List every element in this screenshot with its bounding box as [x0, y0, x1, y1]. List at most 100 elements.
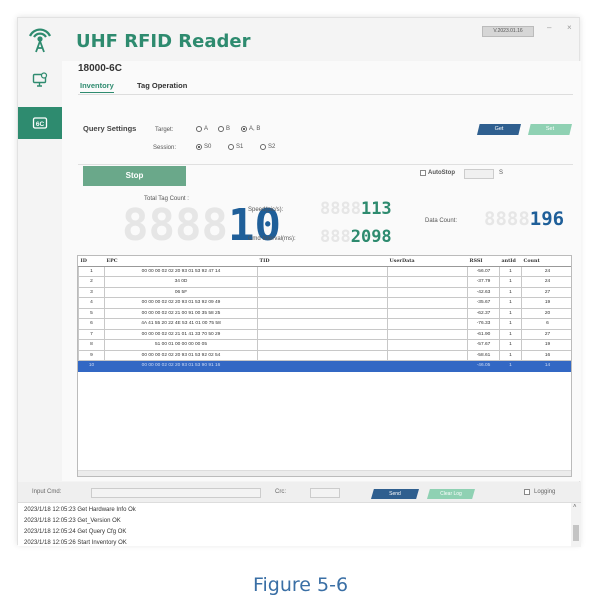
cmd-interval-display: 8882098: [320, 228, 392, 246]
session-radio-s0[interactable]: S0: [196, 144, 211, 150]
get-button[interactable]: Get: [477, 124, 521, 135]
column-header-id[interactable]: ID: [78, 256, 105, 267]
scroll-up-icon[interactable]: ˄: [573, 504, 577, 510]
table-row[interactable]: 5 00 00 00 02 02 21 00 91 00 35 58 25 -62.…: [78, 307, 571, 319]
tab-inventory[interactable]: Inventory: [80, 81, 114, 93]
sidebar-item-settings[interactable]: [18, 64, 62, 96]
table-cell: [257, 318, 388, 330]
table-cell: 1: [499, 318, 522, 330]
table-cell: 06 5F: [104, 286, 258, 298]
query-settings-heading: Query Settings: [83, 124, 137, 133]
log-line: 2023/1/18 12:05:26 Start Inventory OK: [24, 540, 127, 546]
table-row[interactable]: 8 51 00 01 00 00 00 00 05 -57.67 1 19: [78, 339, 571, 351]
set-button[interactable]: Set: [528, 124, 572, 135]
data-count-display: 8888196: [484, 209, 564, 229]
digit-padding: 8888: [122, 200, 228, 251]
target-radio-a[interactable]: A: [196, 126, 208, 132]
table-cell: [387, 349, 468, 361]
table-cell: 1: [499, 349, 522, 361]
table-cell: -58.61: [467, 349, 500, 361]
table-cell: 1: [499, 265, 522, 277]
table-cell: 1: [499, 286, 522, 298]
table-cell: 1: [499, 328, 522, 340]
column-header-rssi[interactable]: RSSI: [467, 256, 500, 267]
table-cell: 1: [499, 297, 522, 309]
session-label: Session:: [153, 145, 177, 151]
scroll-thumb[interactable]: [573, 525, 579, 541]
radio-indicator: [196, 126, 202, 132]
column-header-count[interactable]: Count: [521, 256, 571, 267]
table-cell: -56.07: [467, 265, 500, 277]
app-window: 6C UHF RFID Reader V.2023.01.16 – × 1800…: [17, 17, 581, 547]
log-line: 2023/1/18 12:05:24 Get Query Cfg OK: [24, 529, 127, 535]
table-cell: 00 00 00 02 02 20 93 01 53 90 91 16: [104, 360, 258, 372]
table-row[interactable]: 2 34 0D -37.79 1 24: [78, 276, 571, 288]
horizontal-scrollbar[interactable]: [78, 470, 571, 476]
table-cell: [387, 297, 468, 309]
session-radio-s2[interactable]: S2: [260, 144, 275, 150]
table-cell: -57.67: [467, 339, 500, 351]
empty-row: [79, 403, 572, 414]
speed-label: Speed(pic/s):: [248, 207, 284, 213]
tag-table-grid: ID EPC TID UserData RSSI antId Count 1 00…: [78, 256, 572, 445]
table-cell: 27: [521, 286, 571, 298]
table-cell: [387, 360, 468, 372]
minimize-button[interactable]: –: [547, 23, 551, 32]
table-row[interactable]: 10 00 00 00 02 02 20 93 01 53 90 91 16 -46…: [78, 360, 571, 372]
close-button[interactable]: ×: [567, 23, 572, 32]
table-cell: 4A 41 55 20 22 4E 53 41 01 00 75 58: [104, 318, 258, 330]
cmd-interval-value: 2098: [350, 227, 392, 247]
data-count-value: 196: [529, 208, 565, 230]
table-cell: 00 00 00 02 02 20 93 01 53 92 09 49: [104, 297, 258, 309]
table-cell: 4: [78, 297, 105, 309]
table-cell: -42.63: [467, 286, 500, 298]
clear-log-button[interactable]: Clear Log: [427, 489, 475, 499]
table-row[interactable]: 3 06 5F -42.63 1 27: [78, 286, 571, 298]
main-panel: 18000-6C Inventory Tag Operation Query S…: [62, 61, 581, 481]
table-cell: 10: [78, 360, 105, 372]
empty-cell: [79, 434, 572, 445]
column-header-tid[interactable]: TID: [257, 256, 388, 267]
sidebar-item-6c[interactable]: 6C: [18, 107, 62, 139]
table-row[interactable]: 4 00 00 00 02 02 20 93 01 53 92 09 49 -35.…: [78, 297, 571, 309]
table-cell: 24: [521, 276, 571, 288]
input-cmd-field[interactable]: [91, 488, 261, 498]
tab-tag-operation[interactable]: Tag Operation: [137, 81, 187, 92]
page-title: 18000-6C: [78, 63, 122, 74]
column-header-epc[interactable]: EPC: [104, 256, 258, 267]
crc-field[interactable]: [310, 488, 340, 498]
table-cell: [387, 276, 468, 288]
logging-label: Logging: [534, 489, 556, 495]
empty-row: [79, 382, 572, 393]
radio-indicator: [241, 126, 247, 132]
log-scrollbar[interactable]: ˄: [571, 503, 581, 547]
table-row[interactable]: 6 4A 41 55 20 22 4E 53 41 01 00 75 58 -76.…: [78, 318, 571, 330]
input-cmd-label: Input Cmd:: [32, 489, 62, 495]
digit-padding: 8888: [320, 199, 361, 219]
target-radio-ab[interactable]: A, B: [241, 126, 260, 132]
session-radio-s1[interactable]: S1: [228, 144, 243, 150]
empty-row: [79, 371, 572, 382]
speed-value: 113: [360, 199, 392, 219]
table-cell: 20: [521, 307, 571, 319]
table-row[interactable]: 1 00 00 00 02 02 20 93 01 53 92 47 14 -56.…: [78, 265, 571, 277]
table-cell: [257, 349, 388, 361]
monitor-settings-icon: [32, 72, 48, 87]
target-radio-b[interactable]: B: [218, 126, 230, 132]
empty-cell: [79, 424, 572, 435]
column-header-userdata[interactable]: UserData: [387, 256, 468, 267]
radio-indicator: [260, 144, 266, 150]
table-cell: [387, 339, 468, 351]
logging-checkbox[interactable]: [524, 489, 530, 495]
log-panel: 2023/1/18 12:05:23 Get Hardware Info Ok …: [18, 502, 581, 547]
autostop-label: AutoStop: [428, 170, 455, 176]
empty-cell: [79, 382, 572, 393]
column-header-antid[interactable]: antId: [499, 256, 522, 267]
stop-button[interactable]: Stop: [83, 166, 186, 186]
table-row[interactable]: 9 00 00 00 02 02 20 93 01 53 92 02 54 -58.…: [78, 349, 571, 361]
table-row[interactable]: 7 00 00 00 02 02 21 01 41 33 70 50 29 -61.…: [78, 328, 571, 340]
autostop-checkbox[interactable]: [420, 170, 426, 176]
send-button[interactable]: Send: [371, 489, 419, 499]
table-cell: 2: [78, 276, 105, 288]
autostop-seconds-input[interactable]: [464, 169, 494, 179]
